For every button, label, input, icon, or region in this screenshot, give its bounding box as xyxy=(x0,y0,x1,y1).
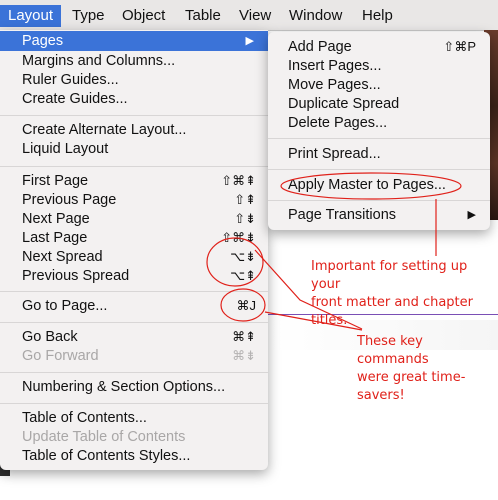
menu-item-label: Next Spread xyxy=(22,249,103,265)
submenu-item-print-spread[interactable]: Print Spread... xyxy=(268,144,490,164)
submenu-arrow-icon: ▶ xyxy=(245,35,254,47)
annotation-line-text: These key commands xyxy=(357,334,429,367)
menu-item-last-page[interactable]: Last Page ⇧⌘⇟ xyxy=(0,228,268,248)
pages-submenu: Add Page ⇧⌘P Insert Pages... Move Pages.… xyxy=(268,32,490,230)
menu-separator xyxy=(0,372,268,373)
annotation-line-text: savers! xyxy=(357,388,405,403)
submenu-item-apply-master[interactable]: Apply Master to Pages... xyxy=(268,175,490,195)
shortcut: ⌥⇟ xyxy=(230,249,256,264)
menu-item-label: Previous Spread xyxy=(22,268,130,284)
menu-item-alternate-layout[interactable]: Create Alternate Layout... xyxy=(0,120,268,140)
submenu-item-add-page[interactable]: Add Page ⇧⌘P xyxy=(268,37,490,57)
menu-item-go-back[interactable]: Go Back ⌘⇞ xyxy=(0,327,268,347)
menu-item-label: Pages xyxy=(22,33,64,49)
menu-separator xyxy=(0,322,268,323)
layout-menu: Pages ▶ Margins and Columns... Ruler Gui… xyxy=(0,30,268,470)
menu-view[interactable]: View xyxy=(231,5,279,27)
menu-item-previous-page[interactable]: Previous Page ⇧⇞ xyxy=(0,190,268,210)
shortcut: ⇧⌘⇞ xyxy=(221,173,256,188)
menu-item-label: Go to Page... xyxy=(22,298,108,314)
menu-item-previous-spread[interactable]: Previous Spread ⌥⇞ xyxy=(0,266,268,286)
menu-item-label: Last Page xyxy=(22,230,88,246)
shortcut: ⌘⇞ xyxy=(232,329,256,344)
annotation-line-text: Important for setting up your xyxy=(311,259,468,292)
annotation-line-text: front matter and chapter xyxy=(311,295,473,310)
submenu-arrow-icon: ▶ xyxy=(467,209,476,221)
annotation-line-text: were great time- xyxy=(357,370,466,385)
shortcut: ⇧⇞ xyxy=(234,192,256,207)
menu-item-ruler-guides[interactable]: Ruler Guides... xyxy=(0,70,268,90)
menu-separator xyxy=(0,166,268,167)
menu-item-update-toc: Update Table of Contents xyxy=(22,429,186,445)
menu-item-label: Go Back xyxy=(22,329,78,345)
menu-separator xyxy=(268,200,490,201)
menu-item-label: Add Page xyxy=(288,39,352,55)
menu-layout[interactable]: Layout xyxy=(0,5,62,27)
menu-item-toc[interactable]: Table of Contents... xyxy=(0,408,268,428)
submenu-item-page-transitions[interactable]: Page Transitions ▶ xyxy=(268,205,490,225)
menu-type[interactable]: Type xyxy=(64,5,113,27)
menu-item-create-guides[interactable]: Create Guides... xyxy=(0,89,268,109)
menu-item-label: First Page xyxy=(22,173,89,189)
submenu-item-duplicate-spread[interactable]: Duplicate Spread xyxy=(268,94,490,114)
menu-separator xyxy=(268,138,490,139)
shortcut: ⌘J xyxy=(236,298,257,313)
menu-item-toc-styles[interactable]: Table of Contents Styles... xyxy=(0,446,268,466)
menu-separator xyxy=(0,291,268,292)
menu-help[interactable]: Help xyxy=(354,5,401,27)
menu-object[interactable]: Object xyxy=(114,5,173,27)
menu-item-margins[interactable]: Margins and Columns... xyxy=(0,51,268,71)
menu-separator xyxy=(0,115,268,116)
menu-table[interactable]: Table xyxy=(177,5,229,27)
menu-item-liquid-layout[interactable]: Liquid Layout xyxy=(0,139,268,159)
annotation-note-front-matter: Important for setting up your front matt… xyxy=(311,258,498,330)
annotation-line-text: titles. xyxy=(311,313,348,328)
menu-separator xyxy=(0,403,268,404)
submenu-item-move-pages[interactable]: Move Pages... xyxy=(268,75,490,95)
annotation-note-key-commands: These key commands were great time- save… xyxy=(357,333,498,405)
shortcut: ⇧⌘P xyxy=(443,39,476,54)
menu-item-numbering[interactable]: Numbering & Section Options... xyxy=(0,377,268,397)
submenu-item-delete-pages[interactable]: Delete Pages... xyxy=(268,113,490,133)
menu-window[interactable]: Window xyxy=(281,5,350,27)
shortcut: ⌥⇞ xyxy=(230,268,256,283)
menu-item-label: Page Transitions xyxy=(288,207,397,223)
shortcut: ⌘⇟ xyxy=(232,348,256,363)
menu-bar: Layout Type Object Table View Window Hel… xyxy=(0,0,498,31)
menu-item-go-to-page[interactable]: Go to Page... ⌘J xyxy=(0,296,268,316)
menu-separator xyxy=(268,169,490,170)
shortcut: ⇧⇟ xyxy=(234,211,256,226)
menu-item-first-page[interactable]: First Page ⇧⌘⇞ xyxy=(0,171,268,191)
menu-item-next-spread[interactable]: Next Spread ⌥⇟ xyxy=(0,247,268,267)
menu-item-label: Next Page xyxy=(22,211,90,227)
shortcut: ⇧⌘⇟ xyxy=(221,230,256,245)
menu-item-go-forward: Go Forward ⌘⇟ xyxy=(0,346,268,366)
menu-item-pages[interactable]: Pages ▶ xyxy=(0,31,268,51)
menu-item-label: Go Forward xyxy=(22,348,99,364)
submenu-item-insert-pages[interactable]: Insert Pages... xyxy=(268,56,490,76)
menu-item-label: Previous Page xyxy=(22,192,117,208)
menu-item-next-page[interactable]: Next Page ⇧⇟ xyxy=(0,209,268,229)
